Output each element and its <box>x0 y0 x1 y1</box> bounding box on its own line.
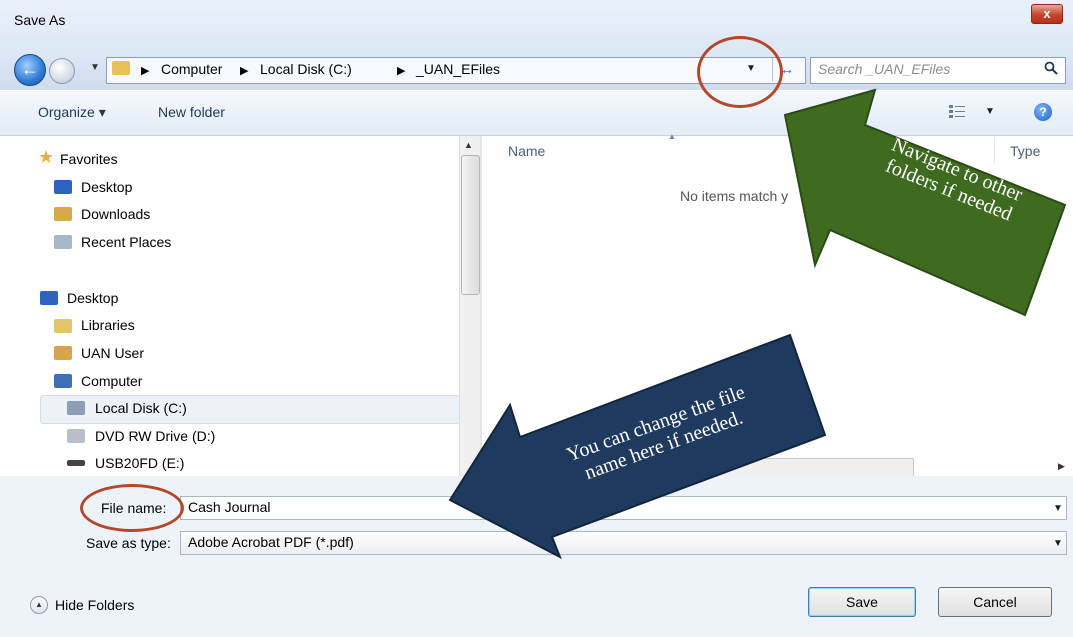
nav-computer[interactable]: Computer <box>81 373 142 389</box>
save-button[interactable]: Save <box>808 587 916 617</box>
usb-drive-icon <box>67 460 85 466</box>
back-button[interactable]: ← <box>14 54 46 86</box>
breadcrumb-computer[interactable]: Computer <box>161 61 222 77</box>
recent-places-icon <box>54 235 72 249</box>
scrollbar-thumb[interactable] <box>461 155 480 295</box>
sort-arrow-icon: ▲ <box>668 132 676 141</box>
save-type-label: Save as type: <box>86 535 171 551</box>
chevron-right-icon[interactable]: ▶ <box>240 64 248 77</box>
close-button[interactable]: x <box>1031 4 1063 24</box>
forward-button[interactable] <box>49 58 75 84</box>
file-name-value: Cash Journal <box>188 499 271 515</box>
cancel-button[interactable]: Cancel <box>938 587 1052 617</box>
nav-desktop[interactable]: Desktop <box>67 290 118 306</box>
downloads-icon <box>54 207 72 221</box>
nav-fav-desktop[interactable]: Desktop <box>81 179 132 195</box>
nav-favorites[interactable]: Favorites <box>60 151 118 167</box>
chevron-right-icon[interactable]: ▶ <box>397 64 405 77</box>
title-bar <box>0 0 1073 50</box>
folder-icon <box>112 61 130 75</box>
breadcrumb-local-disk[interactable]: Local Disk (C:) <box>260 61 352 77</box>
computer-icon <box>54 374 72 388</box>
column-name-header[interactable]: Name <box>508 143 545 159</box>
nav-local-disk[interactable]: Local Disk (C:) <box>95 400 187 416</box>
nav-dvd-drive[interactable]: DVD RW Drive (D:) <box>95 428 215 444</box>
hide-folders-button[interactable]: Hide Folders <box>55 597 134 613</box>
user-folder-icon <box>54 346 72 360</box>
nav-uan-user[interactable]: UAN User <box>81 345 144 361</box>
dvd-drive-icon <box>67 429 85 443</box>
scroll-right-icon[interactable]: ▶ <box>1058 461 1065 472</box>
history-dropdown-icon[interactable]: ▼ <box>90 62 100 73</box>
hide-folders-icon[interactable]: ▲ <box>30 596 48 614</box>
nav-libraries[interactable]: Libraries <box>81 317 135 333</box>
save-type-dropdown-icon[interactable]: ▼ <box>1053 538 1063 549</box>
local-disk-icon <box>67 401 85 415</box>
desktop-icon <box>40 291 58 305</box>
save-type-value: Adobe Acrobat PDF (*.pdf) <box>188 534 354 550</box>
nav-downloads[interactable]: Downloads <box>81 206 150 222</box>
window-title: Save As <box>14 12 66 28</box>
desktop-icon <box>54 180 72 194</box>
file-name-dropdown-icon[interactable]: ▼ <box>1053 503 1063 514</box>
nav-recent-places[interactable]: Recent Places <box>81 234 171 250</box>
chevron-right-icon[interactable]: ▶ <box>141 64 149 77</box>
file-name-highlight-circle <box>80 484 184 532</box>
search-icon[interactable] <box>1044 61 1058 75</box>
libraries-icon <box>54 319 72 333</box>
nav-usb-drive[interactable]: USB20FD (E:) <box>95 455 184 471</box>
organize-menu[interactable]: Organize ▾ <box>38 104 106 121</box>
star-icon: ★ <box>38 147 55 167</box>
breadcrumb-uan-efiles[interactable]: _UAN_EFiles <box>416 61 500 77</box>
scroll-up-icon[interactable]: ▲ <box>464 140 473 150</box>
new-folder-button[interactable]: New folder <box>158 104 225 120</box>
back-arrow-icon: ← <box>21 59 39 79</box>
close-icon: x <box>1043 6 1051 21</box>
search-placeholder: Search _UAN_EFiles <box>818 61 951 77</box>
